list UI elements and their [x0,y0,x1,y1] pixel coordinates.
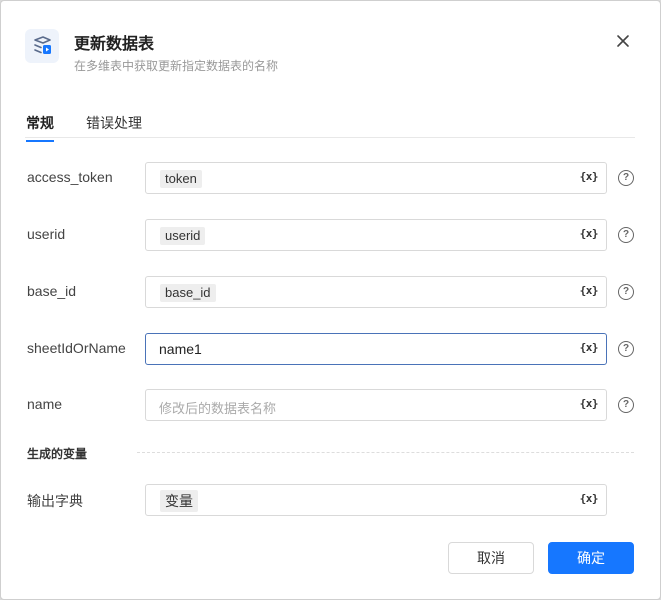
userid-input[interactable]: userid {x} [145,219,607,251]
help-icon[interactable]: ? [618,341,634,357]
field-row-access-token: access_token token {x} ? [1,162,660,194]
output-dict-input[interactable]: 变量 {x} [145,484,607,516]
tab-general[interactable]: 常规 [26,113,54,142]
variable-icon[interactable]: {x} [580,227,599,240]
help-icon[interactable]: ? [618,397,634,413]
table-icon [25,29,59,63]
tab-bar: 常规 错误处理 [25,109,635,142]
field-row-name: name 修改后的数据表名称 {x} ? [1,389,660,421]
update-sheet-dialog: 更新数据表 在多维表中获取更新指定数据表的名称 常规 错误处理 access_t… [0,0,661,600]
field-row-base-id: base_id base_id {x} ? [1,276,660,308]
section-divider [137,452,634,453]
confirm-button[interactable]: 确定 [548,542,634,574]
help-icon[interactable]: ? [618,170,634,186]
close-icon[interactable] [613,31,633,51]
variable-icon[interactable]: {x} [580,397,599,410]
field-label: base_id [27,283,77,299]
tab-error-handling[interactable]: 错误处理 [86,113,142,141]
help-icon[interactable]: ? [618,227,634,243]
help-icon[interactable]: ? [618,284,634,300]
section-title: 生成的变量 [27,447,88,461]
access-token-input[interactable]: token {x} [145,162,607,194]
variable-icon[interactable]: {x} [580,170,599,183]
base-id-input[interactable]: base_id {x} [145,276,607,308]
field-label: userid [27,226,66,242]
field-label: 输出字典 [27,493,83,509]
name-input[interactable]: 修改后的数据表名称 {x} [145,389,607,421]
dialog-subtitle: 在多维表中获取更新指定数据表的名称 [74,59,279,73]
variable-icon[interactable]: {x} [580,284,599,297]
field-label: name [27,396,63,412]
variable-chip: userid [160,227,206,245]
field-row-sheet-id-or-name: sheetIdOrName name1 {x} ? [1,333,660,365]
input-value: name1 [159,341,202,357]
input-placeholder: 修改后的数据表名称 [159,401,277,416]
field-label: sheetIdOrName [27,340,126,356]
variable-chip: 变量 [160,490,198,512]
field-row-userid: userid userid {x} ? [1,219,660,251]
variable-chip: token [160,170,202,188]
variable-chip: base_id [160,284,216,302]
sheet-id-or-name-input[interactable]: name1 {x} [145,333,607,365]
variable-icon[interactable]: {x} [580,492,599,505]
cancel-button[interactable]: 取消 [448,542,534,574]
dialog-title: 更新数据表 [74,36,155,53]
field-label: access_token [27,169,113,185]
variable-icon[interactable]: {x} [580,341,599,354]
field-row-output-dict: 输出字典 变量 {x} [1,484,660,516]
